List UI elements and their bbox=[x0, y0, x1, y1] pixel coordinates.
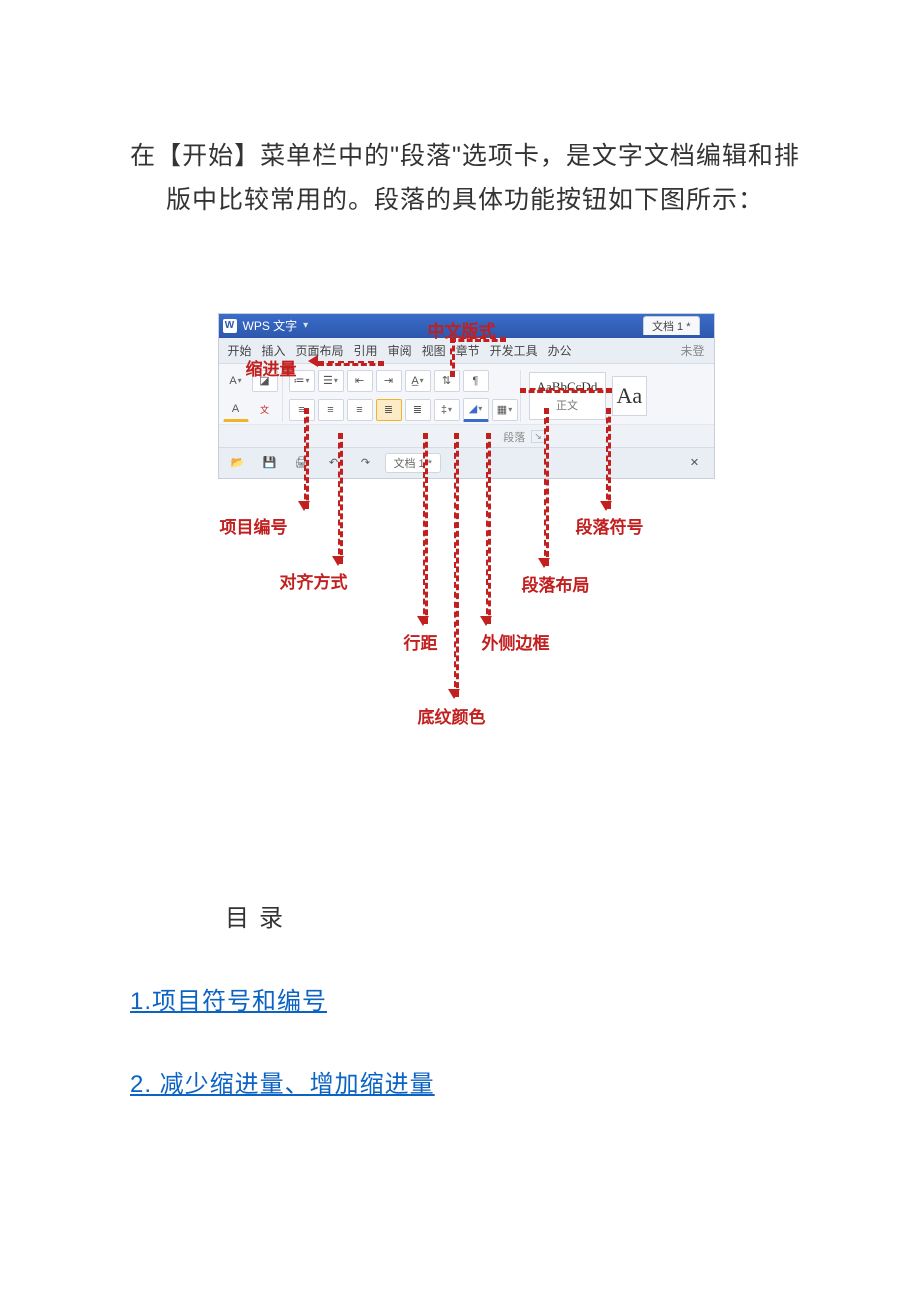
borders-button[interactable]: ▦▾ bbox=[492, 399, 518, 421]
align-distrib-button[interactable]: ≣ bbox=[405, 399, 431, 421]
line-chinese-format bbox=[450, 337, 455, 377]
numbering-button[interactable]: ☰▾ bbox=[318, 370, 344, 392]
style-name: 正文 bbox=[556, 397, 578, 413]
wps-logo-icon: W bbox=[223, 319, 237, 333]
para-symbol-button[interactable]: ¶ bbox=[463, 370, 489, 392]
menu-chapter[interactable]: 章节 bbox=[453, 341, 483, 360]
indent-inc-button[interactable]: ⇥ bbox=[376, 370, 402, 392]
arrow-border bbox=[480, 616, 492, 626]
paragraph-group: ≔▾ ☰▾ ⇤ ⇥ A̲▾ ⇅ ¶ ≡ ≡ ≡ ≣ ≣ ‡▾ bbox=[287, 370, 521, 422]
arrow-line-spacing bbox=[417, 616, 429, 626]
menu-office[interactable]: 办公 bbox=[545, 341, 575, 360]
callout-border: 外侧边框 bbox=[482, 629, 550, 654]
group-name: 段落 bbox=[503, 429, 525, 445]
intro-paragraph: 在【开始】菜单栏中的"段落"选项卡，是文字文档编辑和排版中比较常用的。段落的具体… bbox=[130, 135, 800, 223]
indent-dec-button[interactable]: ⇤ bbox=[347, 370, 373, 392]
line-bullets-v bbox=[304, 408, 309, 509]
line-layout-v bbox=[544, 408, 549, 566]
print-icon[interactable]: 🖨 bbox=[289, 452, 315, 474]
line-symbol-v bbox=[606, 408, 611, 509]
align-left-button[interactable]: ≡ bbox=[289, 399, 315, 421]
undo-icon[interactable]: ↶ bbox=[321, 452, 347, 474]
login-status[interactable]: 未登 bbox=[677, 341, 707, 360]
menu-review[interactable]: 审阅 bbox=[385, 341, 415, 360]
align-right-button[interactable]: ≡ bbox=[347, 399, 373, 421]
toc-heading: 目录 bbox=[225, 898, 800, 933]
callout-align: 对齐方式 bbox=[280, 568, 348, 593]
toc-link-1[interactable]: 1.项目符号和编号 bbox=[130, 981, 800, 1016]
line-shading-v bbox=[454, 433, 459, 697]
arrow-symbol bbox=[600, 501, 612, 511]
line-ls-v bbox=[423, 433, 428, 624]
callout-para-symbol: 段落符号 bbox=[576, 513, 644, 538]
redo-icon[interactable]: ↷ bbox=[353, 452, 379, 474]
arrow-indent bbox=[308, 355, 318, 367]
style-normal[interactable]: AaBbCcDd 正文 bbox=[529, 372, 606, 420]
qat-doc-tab[interactable]: 文档 1 * bbox=[385, 453, 442, 473]
line-spacing-button[interactable]: ‡▾ bbox=[434, 399, 460, 421]
highlight-button[interactable]: A bbox=[223, 398, 249, 422]
paragraph-group-label: 段落 ↘ bbox=[219, 424, 714, 447]
app-title: WPS 文字 bbox=[243, 317, 298, 334]
callout-layout: 段落布局 bbox=[522, 571, 590, 596]
document-tab[interactable]: 文档 1 * bbox=[643, 316, 700, 335]
paragraph-row-2: ≡ ≡ ≡ ≣ ≣ ‡▾ ◢▾ ▦▾ bbox=[289, 398, 518, 422]
callout-indent: 缩进量 bbox=[246, 355, 297, 380]
document-page: 在【开始】菜单栏中的"段落"选项卡，是文字文档编辑和排版中比较常用的。段落的具体… bbox=[0, 0, 920, 1302]
save-icon[interactable]: 💾 bbox=[257, 452, 283, 474]
align-justify-button[interactable]: ≣ bbox=[376, 399, 402, 421]
asian-layout-button[interactable]: A̲▾ bbox=[405, 370, 431, 392]
paragraph-row-1: ≔▾ ☰▾ ⇤ ⇥ A̲▾ ⇅ ¶ bbox=[289, 370, 518, 392]
align-center-button[interactable]: ≡ bbox=[318, 399, 344, 421]
arrow-bullets bbox=[298, 501, 310, 511]
menu-layout[interactable]: 页面布局 bbox=[293, 341, 347, 360]
toc-link-2[interactable]: 2. 减少缩进量、增加缩进量 bbox=[130, 1064, 800, 1099]
arrow-layout bbox=[538, 558, 550, 568]
wenzi-button[interactable]: 文 bbox=[252, 399, 278, 421]
shading-button[interactable]: ◢▾ bbox=[463, 398, 489, 422]
callout-shading: 底纹颜色 bbox=[418, 703, 486, 728]
menu-view[interactable]: 视图 bbox=[419, 341, 449, 360]
menu-ref[interactable]: 引用 bbox=[351, 341, 381, 360]
arrow-align bbox=[332, 556, 344, 566]
menu-dev[interactable]: 开发工具 bbox=[487, 341, 541, 360]
line-symbol-h bbox=[520, 388, 612, 393]
close-tab-icon[interactable]: ✕ bbox=[682, 452, 708, 474]
callout-bullets: 项目编号 bbox=[220, 513, 288, 538]
wps-annotated-figure: W WPS 文字 ▾ 文档 1 * 开始 插入 页面布局 引用 审阅 视图 章节… bbox=[218, 313, 713, 728]
sort-button[interactable]: ⇅ bbox=[434, 370, 460, 392]
change-styles-button[interactable]: Aa bbox=[612, 376, 648, 416]
quick-access-toolbar: 📂 💾 🖨 ↶ ↷ 文档 1 * ✕ bbox=[219, 447, 714, 478]
open-icon[interactable]: 📂 bbox=[225, 452, 251, 474]
dropdown-icon[interactable]: ▾ bbox=[303, 320, 308, 331]
line-indent bbox=[318, 361, 384, 366]
callout-line-spacing: 行距 bbox=[404, 629, 438, 654]
line-chinese-format-h bbox=[450, 337, 506, 342]
arrow-shading bbox=[448, 689, 460, 699]
line-align-v bbox=[338, 433, 343, 564]
line-border-v bbox=[486, 433, 491, 624]
